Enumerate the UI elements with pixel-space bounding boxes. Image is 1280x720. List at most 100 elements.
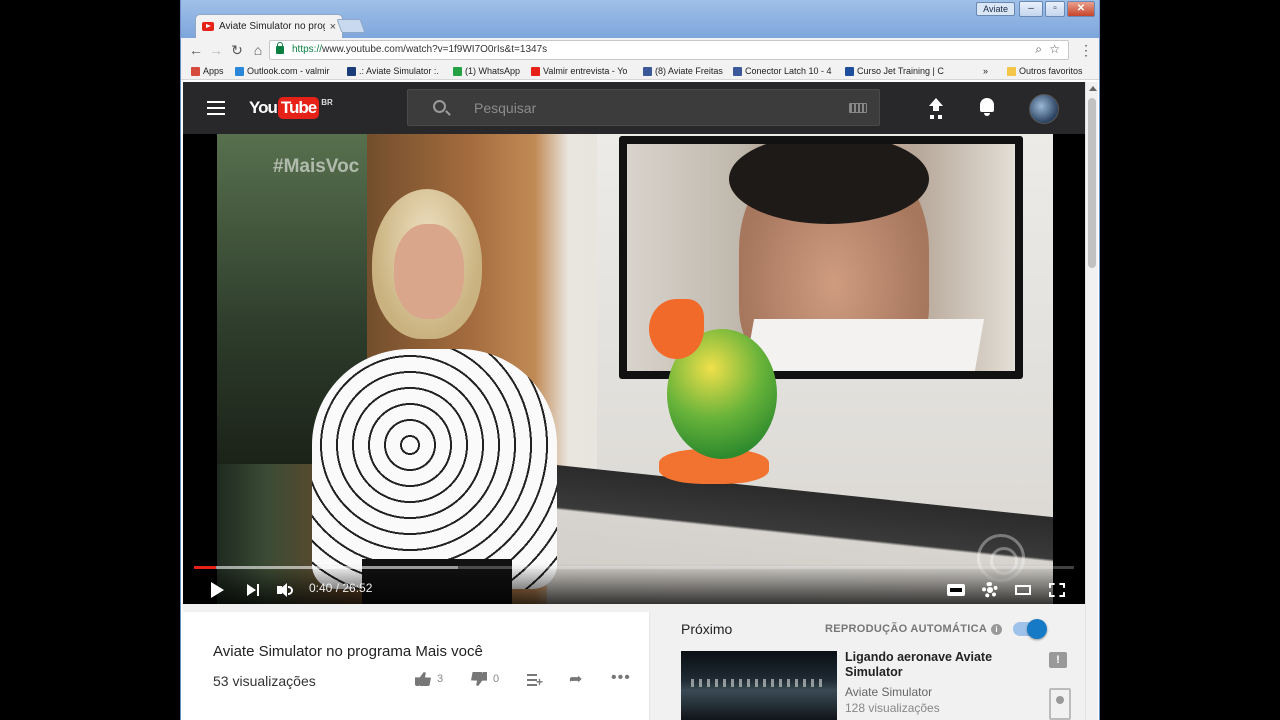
recommendation-thumbnail[interactable]: [681, 651, 837, 720]
lock-icon: [276, 42, 284, 54]
parrot-puppet: [649, 289, 779, 484]
bookmark-label: Apps: [203, 66, 224, 76]
bookmark-item[interactable]: »: [983, 64, 997, 78]
recommendation-channel: Aviate Simulator: [845, 685, 933, 699]
exit-icon[interactable]: [1049, 688, 1071, 720]
bookmark-item[interactable]: (8) Aviate Freitas: [643, 64, 727, 78]
bookmark-favicon-icon: [845, 66, 854, 76]
bookmark-item[interactable]: Conector Latch 10 - 4: [733, 64, 833, 78]
bookmarks-bar: Apps Outlook.com - valmir .: Aviate Simula…: [181, 62, 1099, 80]
progress-played: [194, 566, 216, 569]
bookmark-item[interactable]: Outros favoritos: [1007, 64, 1097, 78]
bookmark-label: (8) Aviate Freitas: [655, 66, 723, 76]
bookmark-favicon-icon: [347, 66, 356, 76]
video-player[interactable]: #MaisVoc 0:40 / 26:52: [183, 134, 1085, 604]
fullscreen-icon[interactable]: [1049, 583, 1065, 597]
bookmark-favicon-icon: [191, 66, 200, 76]
minimize-button[interactable]: –: [1019, 1, 1043, 17]
home-icon[interactable]: ⌂: [249, 41, 267, 59]
autoplay-label: REPRODUÇÃO AUTOMÁTICA: [825, 623, 988, 635]
back-arrow-icon[interactable]: ←: [187, 41, 205, 59]
title-bar: Aviate – ▫ ✕ Aviate Simulator no prog ×: [181, 0, 1099, 38]
browser-tab[interactable]: Aviate Simulator no prog ×: [195, 14, 343, 38]
tab-title: Aviate Simulator no prog: [219, 21, 325, 32]
zoom-icon[interactable]: ⌕: [1035, 42, 1042, 57]
search-input[interactable]: Pesquisar: [407, 89, 880, 126]
new-tab-button[interactable]: [336, 19, 366, 33]
volume-icon[interactable]: [275, 580, 295, 600]
search-placeholder: Pesquisar: [474, 100, 537, 116]
progress-buffered: [194, 566, 458, 569]
thumbs-up-icon: [415, 672, 431, 686]
info-icon[interactable]: i: [991, 624, 1002, 635]
autoplay-toggle[interactable]: [1013, 619, 1047, 639]
menu-kebab-icon[interactable]: ⋮: [1077, 41, 1095, 59]
search-icon[interactable]: [433, 100, 446, 113]
video-frame: #MaisVoc: [217, 134, 1053, 604]
play-icon[interactable]: [207, 580, 227, 600]
share-icon[interactable]: ➦: [569, 672, 582, 688]
youtube-page: You Tube BR Pesquisar #MaisVoc 0:40 / 26…: [183, 82, 1085, 720]
bookmark-label: »: [983, 66, 989, 76]
screen: Aviate – ▫ ✕ Aviate Simulator no prog × …: [0, 0, 1280, 720]
thumbs-down-icon: [471, 672, 487, 686]
address-bar[interactable]: https://www.youtube.com/watch?v=1f9WI7O0…: [269, 40, 1069, 60]
keyboard-icon[interactable]: [849, 103, 867, 113]
bookmark-favicon-icon: [1007, 66, 1016, 76]
captions-icon[interactable]: [947, 584, 965, 596]
bookmark-label: Outros favoritos: [1019, 66, 1083, 76]
up-next-heading: Próximo: [681, 621, 733, 637]
scroll-thumb[interactable]: [1088, 98, 1096, 268]
tab-close-icon[interactable]: ×: [330, 21, 336, 33]
add-to-playlist-icon[interactable]: [527, 674, 543, 688]
bookmark-item[interactable]: Valmir entrevista - Yo: [531, 64, 635, 78]
browser-window: Aviate – ▫ ✕ Aviate Simulator no prog × …: [180, 0, 1100, 720]
upload-icon[interactable]: [925, 96, 947, 118]
star-bookmark-icon[interactable]: ☆: [1049, 42, 1060, 56]
player-controls: 0:40 / 26:52: [183, 564, 1085, 604]
up-next-sidebar: Próximo REPRODUÇÃO AUTOMÁTICA i Ligando …: [665, 612, 1083, 720]
like-button[interactable]: 3: [415, 672, 443, 686]
bookmark-label: .: Aviate Simulator :.: [359, 66, 439, 76]
page-scrollbar[interactable]: [1085, 82, 1098, 720]
bookmark-label: Valmir entrevista - Yo: [543, 66, 628, 76]
scroll-up-arrow-icon[interactable]: [1089, 86, 1097, 91]
bookmark-favicon-icon: [531, 66, 540, 76]
bookmark-favicon-icon: [733, 66, 742, 76]
bookmark-favicon-icon: [235, 66, 244, 76]
bookmark-label: Curso Jet Training | C: [857, 66, 944, 76]
bookmark-label: Conector Latch 10 - 4: [745, 66, 832, 76]
youtube-logo[interactable]: You Tube BR: [249, 97, 333, 119]
settings-gear-icon[interactable]: [982, 582, 998, 598]
recommendation-title[interactable]: Ligando aeronave Aviate Simulator: [845, 650, 1025, 680]
bookmark-label: Outlook.com - valmir: [247, 66, 330, 76]
url-text: https://www.youtube.com/watch?v=1f9WI7O0…: [292, 44, 548, 55]
hamburger-menu-icon[interactable]: [207, 101, 225, 115]
bookmark-item[interactable]: .: Aviate Simulator :.: [347, 64, 443, 78]
bookmark-favicon-icon: [453, 66, 462, 76]
bookmark-label: (1) WhatsApp: [465, 66, 521, 76]
bookmark-item[interactable]: Curso Jet Training | C: [845, 64, 951, 78]
close-window-button[interactable]: ✕: [1067, 1, 1095, 17]
dislike-count: 0: [493, 673, 500, 685]
recommendation-views: 128 visualizações: [845, 701, 940, 715]
more-options-icon[interactable]: •••: [611, 670, 631, 686]
forward-arrow-icon[interactable]: →: [207, 41, 225, 59]
host-figure: [312, 189, 557, 604]
youtube-header: You Tube BR Pesquisar: [183, 82, 1085, 134]
theater-mode-icon[interactable]: [1015, 585, 1031, 595]
next-icon[interactable]: [244, 580, 264, 600]
progress-bar[interactable]: [194, 566, 1074, 569]
feedback-icon[interactable]: !: [1049, 652, 1067, 668]
maximize-button[interactable]: ▫: [1045, 1, 1065, 17]
bookmark-favicon-icon: [643, 66, 652, 76]
bookmark-item[interactable]: Outlook.com - valmir: [235, 64, 335, 78]
avatar[interactable]: [1029, 94, 1059, 124]
bookmark-item[interactable]: (1) WhatsApp: [453, 64, 525, 78]
reload-icon[interactable]: ↻: [228, 41, 246, 59]
show-watermark: #MaisVoc: [273, 156, 360, 177]
video-info: Aviate Simulator no programa Mais você 5…: [183, 612, 649, 720]
bookmark-item[interactable]: Apps: [191, 64, 233, 78]
notifications-bell-icon[interactable]: [976, 96, 998, 118]
dislike-button[interactable]: 0: [471, 672, 499, 686]
